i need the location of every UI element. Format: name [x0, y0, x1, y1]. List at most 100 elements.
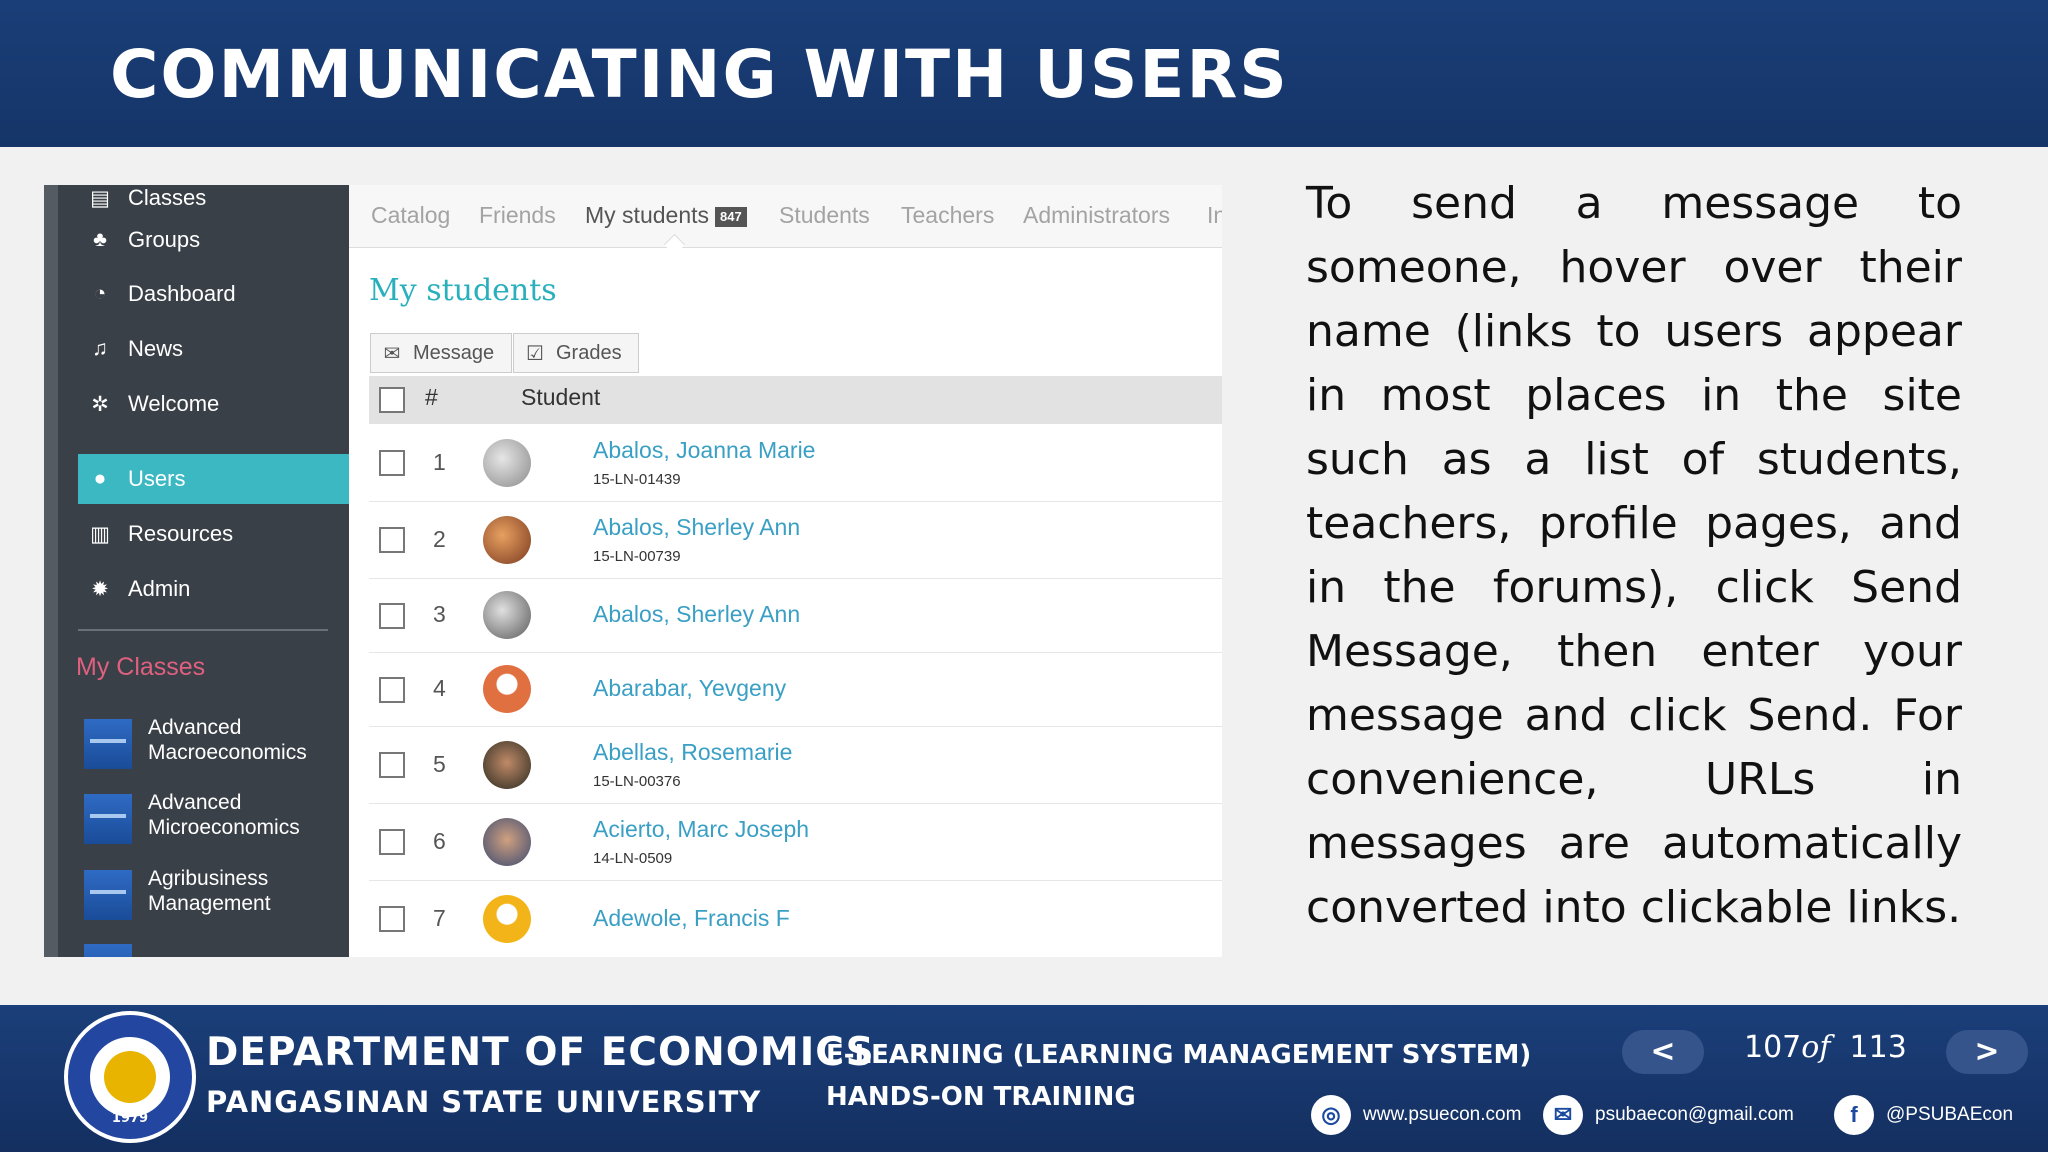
sidebar-item-groups[interactable]: ♣ Groups	[78, 213, 349, 267]
sidebar-divider	[78, 629, 328, 631]
next-slide-button[interactable]: >	[1946, 1030, 2028, 1074]
table-row: 5 Abellas, Rosemarie 15-LN-00376	[369, 727, 1222, 804]
prev-slide-button[interactable]: <	[1622, 1030, 1704, 1074]
row-number: 7	[433, 905, 446, 931]
student-name-link[interactable]: Acierto, Marc Joseph	[593, 816, 809, 843]
class-item[interactable]	[84, 940, 344, 957]
page-current: 107	[1744, 1030, 1802, 1065]
avatar[interactable]	[483, 895, 531, 943]
gear-icon: ✹	[91, 577, 109, 601]
student-name-link[interactable]: Abarabar, Yevgeny	[593, 675, 786, 702]
row-checkbox[interactable]	[379, 450, 405, 476]
department-name: DEPARTMENT OF ECONOMICS	[206, 1030, 875, 1075]
column-student: Student	[521, 384, 601, 410]
student-name-link[interactable]: Adewole, Francis F	[593, 905, 790, 932]
grades-button[interactable]: ☑ Grades	[513, 333, 639, 373]
avatar[interactable]	[483, 439, 531, 487]
website-text: www.psuecon.com	[1363, 1104, 1522, 1125]
class-thumbnail	[84, 794, 132, 844]
table-header: # Student	[369, 376, 1222, 424]
sidebar-item-admin[interactable]: ✹ Admin	[78, 562, 349, 616]
page-title: My students	[369, 273, 557, 308]
avatar[interactable]	[483, 665, 531, 713]
tab-friends[interactable]: Friends	[479, 195, 556, 235]
class-item[interactable]: Agribusiness Management	[84, 866, 344, 924]
table-row: 7 Adewole, Francis F	[369, 881, 1222, 957]
avatar[interactable]	[483, 741, 531, 789]
avatar[interactable]	[483, 516, 531, 564]
row-checkbox[interactable]	[379, 603, 405, 629]
tab-students[interactable]: Students	[779, 195, 870, 235]
row-number: 5	[433, 751, 446, 777]
message-button[interactable]: ✉ Message	[370, 333, 512, 373]
button-label: Grades	[556, 341, 622, 364]
row-number: 4	[433, 675, 446, 701]
sidebar-item-news[interactable]: ♫ News	[78, 322, 349, 376]
sidebar-item-users[interactable]: ● Users	[78, 454, 349, 504]
table-row: 1 Abalos, Joanna Marie 15-LN-01439	[369, 425, 1222, 502]
my-classes-heading: My Classes	[76, 653, 206, 681]
sidebar-item-label: Users	[128, 466, 186, 491]
slide-body-text: To send a message to someone, hover over…	[1306, 178, 1962, 933]
avatar[interactable]	[483, 818, 531, 866]
facebook-icon: f	[1834, 1095, 1874, 1135]
seal-year: 1979	[111, 1111, 149, 1126]
sidebar-item-label: Resources	[128, 521, 234, 546]
student-name-link[interactable]: Abalos, Sherley Ann	[593, 514, 800, 541]
table-row: 2 Abalos, Sherley Ann 15-LN-00739	[369, 502, 1222, 579]
row-checkbox[interactable]	[379, 677, 405, 703]
dashboard-icon: ◔	[93, 282, 107, 305]
sidebar-item-label: Classes	[128, 185, 207, 210]
table-row: 6 Acierto, Marc Joseph 14-LN-0509	[369, 804, 1222, 881]
student-id: 15-LN-01439	[593, 471, 681, 488]
tab-teachers[interactable]: Teachers	[901, 195, 994, 235]
row-checkbox[interactable]	[379, 906, 405, 932]
tab-catalog[interactable]: Catalog	[371, 195, 450, 235]
student-count-badge: 847	[715, 206, 747, 227]
users-group-icon: ♣	[93, 228, 107, 251]
class-name-line: Advanced	[148, 791, 242, 814]
university-seal: 1979	[64, 1011, 196, 1143]
student-name-link[interactable]: Abellas, Rosemarie	[593, 739, 792, 766]
email-icon: ✉	[1543, 1095, 1583, 1135]
sidebar-item-resources[interactable]: ▥ Resources	[78, 507, 349, 561]
row-number: 1	[433, 449, 446, 475]
book-icon: ▤	[90, 186, 110, 210]
library-icon: ▥	[90, 522, 110, 546]
row-checkbox[interactable]	[379, 527, 405, 553]
student-name-link[interactable]: Abalos, Joanna Marie	[593, 437, 815, 464]
email-contact: ✉ psubaecon@gmail.com	[1543, 1093, 1794, 1137]
sidebar-item-dashboard[interactable]: ◔ Dashboard	[78, 267, 349, 321]
email-text: psubaecon@gmail.com	[1595, 1104, 1794, 1125]
sidebar-item-label: News	[128, 336, 184, 361]
checkbox-icon: ☑	[526, 342, 544, 365]
student-id: 14-LN-0509	[593, 850, 673, 867]
page-counter: 107of 113	[1744, 1030, 1907, 1065]
lion-emblem	[104, 1051, 156, 1103]
tab-in[interactable]: In	[1207, 195, 1222, 235]
class-item[interactable]: Advanced Macroeconomics	[84, 715, 344, 773]
people-tabs: Catalog Friends My students 847 Students …	[349, 185, 1222, 256]
university-name: PANGASINAN STATE UNIVERSITY	[206, 1085, 762, 1119]
table-row: 4 Abarabar, Yevgeny	[369, 653, 1222, 727]
row-checkbox[interactable]	[379, 829, 405, 855]
tab-label: My students	[585, 202, 709, 228]
row-checkbox[interactable]	[379, 752, 405, 778]
class-name-line: Management	[148, 892, 271, 915]
avatar[interactable]	[483, 591, 531, 639]
class-thumbnail	[84, 719, 132, 769]
website-contact: ◎ www.psuecon.com	[1311, 1093, 1521, 1137]
sidebar-item-welcome[interactable]: ✲ Welcome	[78, 377, 349, 431]
tab-my-students[interactable]: My students 847	[585, 195, 747, 235]
select-all-checkbox[interactable]	[379, 387, 405, 413]
slide-title: COMMUNICATING WITH USERS	[110, 36, 1289, 113]
class-item[interactable]: Advanced Microeconomics	[84, 790, 344, 848]
class-name-line: Microeconomics	[148, 816, 300, 839]
facebook-text: @PSUBAEcon	[1886, 1104, 2014, 1125]
student-name-link[interactable]: Abalos, Sherley Ann	[593, 601, 800, 628]
row-number: 2	[433, 526, 446, 552]
tab-administrators[interactable]: Administrators	[1023, 195, 1170, 235]
row-number: 6	[433, 828, 446, 854]
sidebar-item-label: Welcome	[128, 391, 220, 416]
sidebar-item-label: Dashboard	[128, 281, 236, 306]
